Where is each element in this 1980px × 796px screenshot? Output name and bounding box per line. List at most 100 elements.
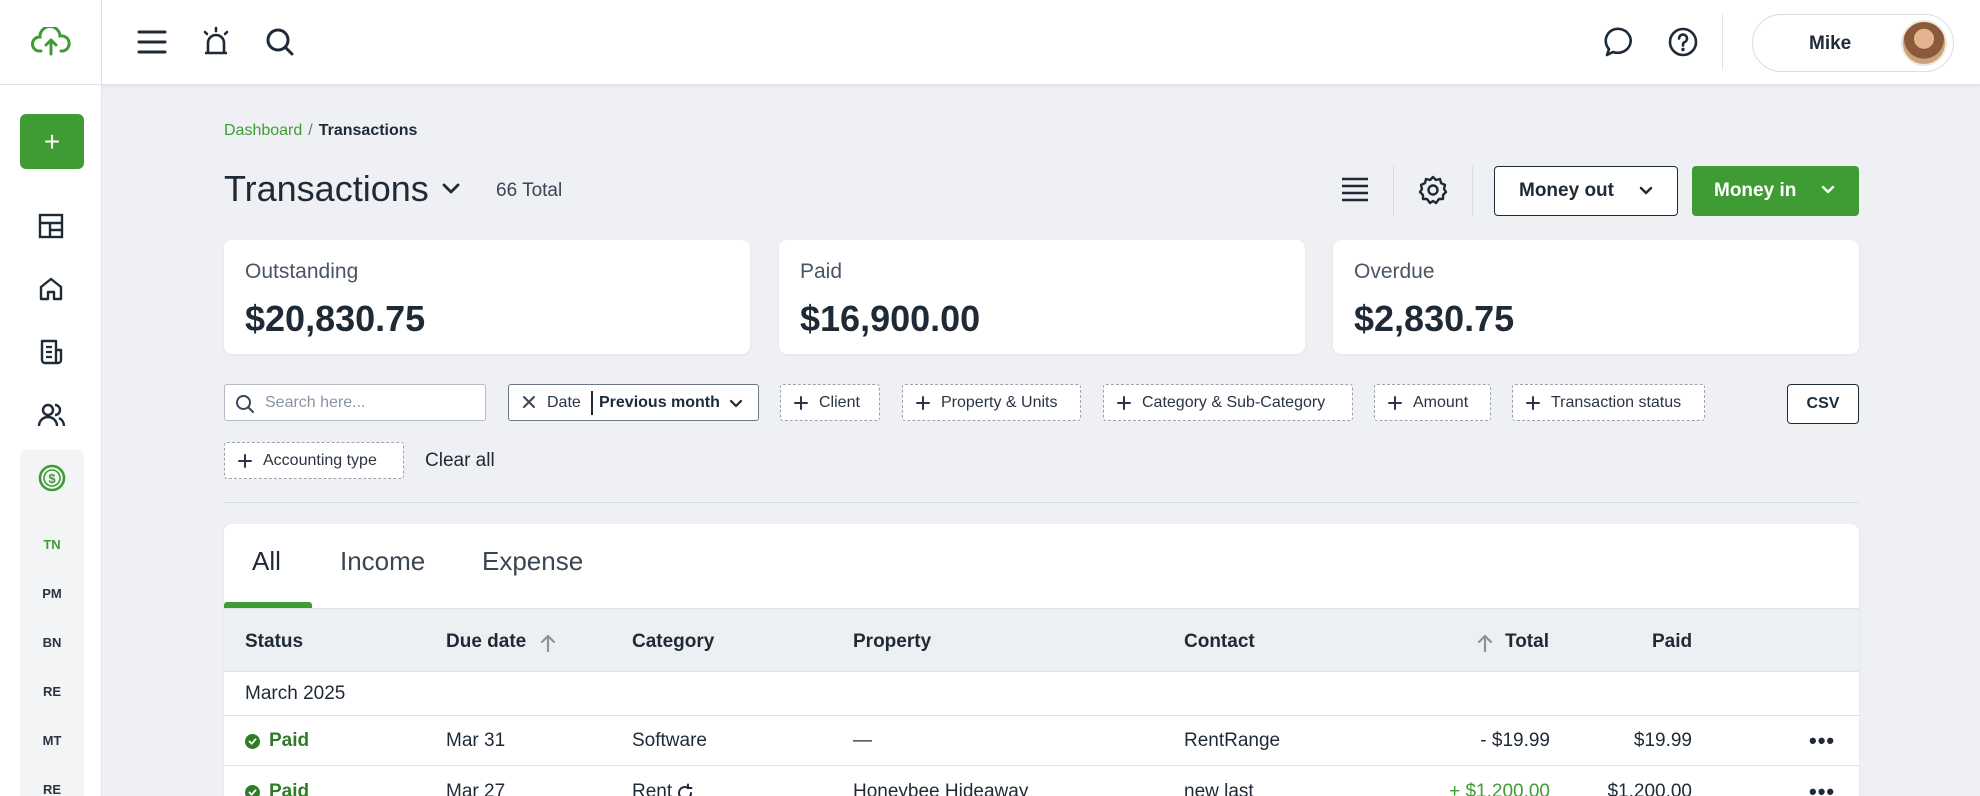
plus-icon: [238, 454, 252, 468]
plus-icon: [916, 396, 930, 410]
paid-amount: $19.99: [1633, 730, 1692, 751]
app-logo[interactable]: [0, 0, 101, 85]
sidebar-shortcut[interactable]: PM: [20, 586, 84, 601]
property: —: [853, 730, 872, 751]
column-header-paid[interactable]: Paid: [1652, 631, 1692, 653]
sidebar-item-dashboard[interactable]: [31, 206, 71, 246]
total: - $19.99: [1480, 730, 1550, 751]
csv-export-button[interactable]: CSV: [1787, 384, 1859, 424]
date-filter-label: Date: [547, 394, 581, 411]
header-divider: [1393, 166, 1394, 216]
sidebar-item-home[interactable]: [31, 269, 71, 309]
filter-chip-label: Client: [819, 393, 860, 411]
total: + $1,200.00: [1449, 781, 1550, 796]
sidebar-shortcut[interactable]: RE: [20, 782, 84, 796]
breadcrumb-dashboard-link[interactable]: Dashboard: [224, 122, 302, 139]
search-input[interactable]: [265, 392, 475, 414]
cloud-upload-icon: [30, 27, 71, 56]
search-button[interactable]: [260, 22, 300, 62]
column-header-due-date[interactable]: Due date: [446, 631, 526, 653]
due-date: Mar 31: [446, 730, 506, 751]
chevron-down-icon: [1821, 185, 1835, 194]
sidebar-item-people[interactable]: [31, 395, 71, 435]
transactions-table: All Income Expense Status Due date Categ…: [224, 524, 1859, 796]
date-filter-chip[interactable]: Date Previous month: [508, 384, 759, 421]
search-icon: [266, 28, 294, 56]
filter-chip-category[interactable]: Category & Sub-Category: [1103, 384, 1353, 421]
plus-icon: [1117, 396, 1131, 410]
chevron-down-icon: [729, 399, 743, 408]
user-menu[interactable]: Mike: [1752, 14, 1954, 72]
list-view-button[interactable]: [1335, 170, 1375, 210]
sidebar-item-accounting[interactable]: $: [20, 450, 84, 506]
filter-chip-accounting-type[interactable]: Accounting type: [224, 442, 404, 479]
breadcrumb-separator: /: [308, 122, 313, 139]
filter-chip-label: Accounting type: [263, 451, 377, 469]
arrow-up-icon[interactable]: [539, 633, 557, 653]
summary-card-overdue[interactable]: Overdue $2,830.75: [1333, 240, 1859, 354]
column-header-contact[interactable]: Contact: [1184, 631, 1255, 653]
contact[interactable]: RentRange: [1184, 730, 1280, 752]
settings-button[interactable]: [1413, 170, 1453, 210]
title-dropdown[interactable]: [440, 178, 462, 205]
search-box: [224, 384, 486, 421]
avatar: [1901, 20, 1947, 66]
sidebar-shortcut[interactable]: RE: [20, 684, 84, 699]
page-title[interactable]: Transactions: [224, 168, 429, 210]
more-actions-icon[interactable]: •••: [1809, 728, 1835, 754]
filter-chip-transaction-status[interactable]: Transaction status: [1512, 384, 1705, 421]
card-label: Outstanding: [245, 260, 359, 283]
tab-expense[interactable]: Expense: [482, 546, 583, 577]
summary-card-paid[interactable]: Paid $16,900.00: [779, 240, 1305, 354]
more-actions-icon[interactable]: •••: [1809, 779, 1835, 796]
chevron-down-icon: [442, 183, 460, 194]
card-value: $16,900.00: [800, 298, 981, 339]
column-header-category[interactable]: Category: [632, 631, 714, 653]
svg-text:$: $: [48, 471, 56, 486]
help-button[interactable]: [1663, 22, 1703, 62]
alerts-button[interactable]: [196, 22, 236, 62]
users-icon: [37, 403, 66, 427]
status-badge: Paid: [245, 781, 309, 796]
clear-all-link[interactable]: Clear all: [425, 450, 495, 472]
dollar-circle-icon: $: [38, 464, 66, 492]
topbar-divider: [1722, 14, 1723, 70]
sidebar: + $ TN PM BN RE MT RE: [0, 0, 102, 796]
menu-button[interactable]: [132, 22, 172, 62]
help-icon: [1668, 27, 1698, 57]
table-row[interactable]: Paid Mar 31 Software — RentRange - $19.9…: [224, 716, 1859, 766]
filter-chip-property-units[interactable]: Property & Units: [902, 384, 1081, 421]
property[interactable]: Honeybee Hideaway: [853, 781, 1028, 796]
header-divider: [1472, 166, 1473, 216]
tab-income[interactable]: Income: [340, 546, 425, 577]
list-view-icon: [1342, 177, 1368, 202]
siren-icon: [203, 26, 229, 55]
filter-chip-amount[interactable]: Amount: [1374, 384, 1491, 421]
contact[interactable]: new last: [1184, 781, 1254, 796]
filter-chip-client[interactable]: Client: [780, 384, 880, 421]
add-new-button[interactable]: +: [20, 114, 84, 169]
sidebar-item-documents[interactable]: [31, 332, 71, 372]
plus-icon: +: [43, 125, 61, 157]
filter-chip-label: Property & Units: [941, 393, 1058, 411]
money-in-button[interactable]: Money in: [1692, 166, 1859, 216]
column-header-property[interactable]: Property: [853, 631, 931, 653]
column-header-total[interactable]: Total: [1505, 631, 1549, 653]
tab-all[interactable]: All: [252, 546, 281, 577]
status-badge: Paid: [245, 730, 309, 752]
sidebar-shortcut[interactable]: MT: [20, 733, 84, 748]
category: Software: [632, 730, 707, 751]
money-out-button[interactable]: Money out: [1494, 166, 1678, 216]
messages-button[interactable]: [1600, 22, 1640, 62]
arrow-up-icon[interactable]: [1476, 633, 1494, 653]
summary-card-outstanding[interactable]: Outstanding $20,830.75: [224, 240, 750, 354]
sidebar-shortcut[interactable]: TN: [20, 537, 84, 552]
sidebar-shortcut[interactable]: BN: [20, 635, 84, 650]
gear-icon: [1418, 175, 1448, 205]
table-row[interactable]: Paid Mar 27 Rent Honeybee Hideaway new l…: [224, 767, 1859, 796]
filter-chip-label: Transaction status: [1551, 393, 1682, 411]
status-text: Paid: [269, 781, 310, 796]
close-icon[interactable]: [521, 394, 537, 410]
column-header-status[interactable]: Status: [245, 631, 303, 653]
top-bar: Mike: [102, 0, 1980, 85]
